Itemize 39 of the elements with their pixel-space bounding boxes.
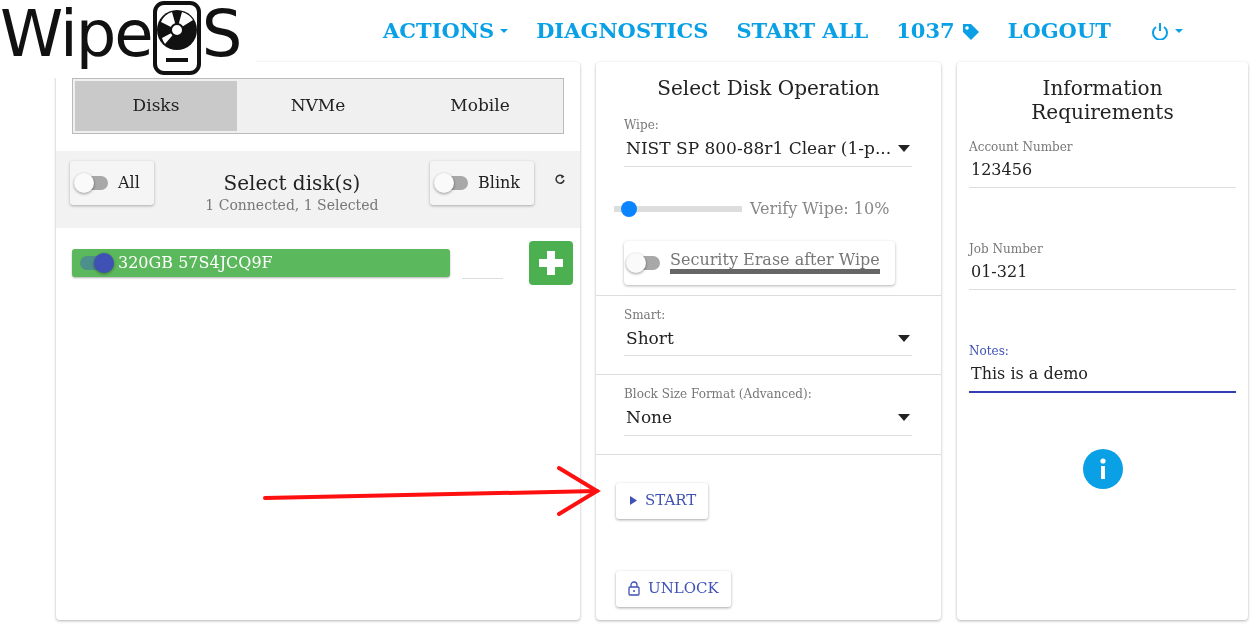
tab[interactable]: NVMe bbox=[237, 81, 399, 131]
input-field[interactable]: 123456 bbox=[969, 156, 1236, 188]
panel-title: Select disk(s) bbox=[222, 171, 362, 195]
security-erase-toggle[interactable]: Security Erase after Wipe bbox=[624, 240, 895, 285]
plus-icon bbox=[536, 248, 566, 278]
dropdown-arrow-icon bbox=[898, 414, 910, 422]
start-button[interactable]: START bbox=[616, 482, 709, 519]
slider-value: Verify Wipe: 10% bbox=[750, 197, 890, 220]
tag-icon bbox=[960, 21, 980, 41]
dropdown-field[interactable]: Short bbox=[624, 323, 912, 356]
dropdown-arrow-icon bbox=[898, 145, 910, 153]
dropdown-field[interactable]: None bbox=[624, 403, 912, 436]
info-icon[interactable] bbox=[1082, 449, 1123, 489]
status-text: 1 Connected, 1 Selected bbox=[204, 196, 380, 215]
power-icon bbox=[1150, 22, 1169, 40]
panel-title: Information Requirements bbox=[1030, 75, 1175, 124]
field-label: Wipe: bbox=[624, 117, 660, 134]
dropdown-field[interactable]: NIST SP 800-88r1 Clear (1-p... bbox=[624, 134, 912, 167]
blink-toggle-button[interactable]: Blink bbox=[430, 161, 534, 205]
tab[interactable]: Disks bbox=[75, 81, 237, 131]
all-toggle-button[interactable]: All bbox=[70, 161, 154, 205]
power-menu[interactable] bbox=[1150, 22, 1183, 40]
field-label: Notes: bbox=[969, 343, 1010, 360]
unlock-button[interactable]: UNLOCK bbox=[616, 570, 731, 607]
logo-text: S bbox=[201, 2, 241, 66]
lock-icon bbox=[628, 581, 640, 596]
dropdown-arrow-icon bbox=[898, 334, 910, 342]
tab[interactable]: Mobile bbox=[399, 81, 561, 131]
field-label: Job Number bbox=[969, 241, 1044, 258]
slider-thumb[interactable] bbox=[620, 200, 637, 217]
field-label: Smart: bbox=[624, 306, 667, 324]
field-label: Account Number bbox=[969, 139, 1074, 156]
input-field[interactable]: This is a demo bbox=[969, 360, 1236, 393]
refresh-icon[interactable] bbox=[554, 173, 566, 185]
add-button[interactable] bbox=[529, 241, 573, 285]
play-icon bbox=[630, 496, 637, 505]
field-label: Block Size Format (Advanced): bbox=[624, 386, 813, 403]
panel-title: Select Disk Operation bbox=[656, 75, 881, 100]
input-field[interactable]: 01-321 bbox=[969, 258, 1236, 290]
